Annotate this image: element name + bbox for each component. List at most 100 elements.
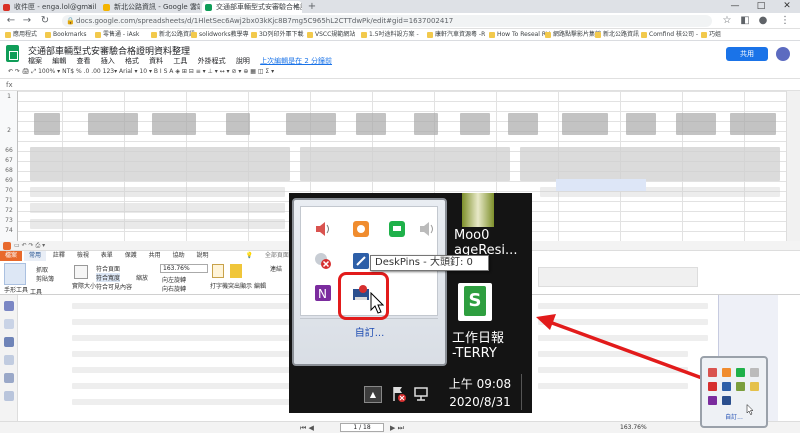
row-label[interactable]: 68 — [0, 167, 18, 174]
bookmark-item[interactable]: Bookmarks — [44, 29, 87, 41]
quick-access-icons[interactable]: ▭ ↶ ↷ ⎙ ▾ — [14, 242, 45, 250]
sheets-logo-icon[interactable] — [6, 45, 19, 62]
profile-icon[interactable]: ● — [756, 14, 770, 28]
bookmark-item[interactable]: 零售通 - iAsk — [94, 29, 139, 41]
selected-cell-range[interactable] — [556, 179, 646, 191]
comments-panel-icon[interactable] — [4, 355, 14, 365]
volume-icon[interactable] — [313, 219, 333, 239]
bookmark-item[interactable]: Comfind 核公司 - — [640, 29, 698, 41]
close-icon[interactable]: ✕ — [87, 1, 93, 13]
mini-line-icon[interactable] — [736, 368, 745, 377]
network-error-icon[interactable] — [313, 251, 333, 271]
close-icon[interactable]: ✕ — [191, 1, 197, 13]
tab-sheets[interactable]: 交通部車輛型式安審驗合格證明資料 ✕ — [202, 1, 302, 13]
tab-gmail[interactable]: 收件匣 - enga.lol@gmail.com - ✕ — [0, 1, 96, 13]
page-nav-icons[interactable]: ⏮ ◀ — [300, 422, 314, 433]
pdf-tab-assist[interactable]: 協助 — [168, 251, 190, 261]
extension-icon[interactable]: ◧ — [738, 14, 752, 28]
grab-tool[interactable]: 抓取 — [36, 265, 48, 274]
close-icon[interactable]: ✕ — [293, 1, 299, 13]
rotate-right-button[interactable]: 向右旋轉 — [162, 284, 186, 293]
attachments-panel-icon[interactable] — [4, 373, 14, 383]
bookmark-panel-icon[interactable] — [4, 301, 14, 311]
tool-app-icon[interactable] — [351, 251, 371, 271]
bookmark-item[interactable]: 1.5吋途料設方案 - — [360, 29, 419, 41]
bookmark-item[interactable]: 新北公路資訊 — [594, 29, 639, 41]
back-icon[interactable]: ← — [4, 14, 18, 28]
zoom-button[interactable]: 縮放 — [136, 273, 148, 282]
menu-view[interactable]: 查看 — [76, 57, 90, 65]
page-nav-icons[interactable]: ▶ ⏭ — [390, 422, 404, 433]
bookmark-item[interactable]: VSCC規範網站 — [306, 29, 355, 41]
bookmark-item[interactable]: 康軒汽車資源粵 -R — [426, 29, 485, 41]
link-button[interactable]: 連結 — [270, 264, 282, 273]
bookmark-item[interactable]: 應用程式 — [4, 29, 37, 41]
pdf-tab-home[interactable]: 常用 — [23, 251, 46, 261]
pdf-tab-protect[interactable]: 保護 — [120, 251, 142, 261]
edit-label[interactable]: 編輯 — [254, 281, 266, 290]
bookmark-item[interactable]: 網路點擊影片集錦 — [544, 29, 601, 41]
row-label[interactable]: 66 — [0, 147, 18, 154]
menu-edit[interactable]: 編輯 — [52, 57, 66, 65]
row-label[interactable]: 72 — [0, 207, 18, 214]
close-window-button[interactable]: ✕ — [774, 0, 800, 13]
bookmark-item[interactable]: 巧姐 — [700, 29, 721, 41]
signature-panel-icon[interactable] — [4, 391, 14, 401]
row-label[interactable]: 69 — [0, 177, 18, 184]
menu-data[interactable]: 資料 — [149, 57, 163, 65]
thumbnail-panel-icon[interactable] — [4, 319, 14, 329]
pdf-tab-form[interactable]: 表單 — [96, 251, 118, 261]
row-label[interactable]: 73 — [0, 217, 18, 224]
mini-app-icon[interactable] — [750, 382, 759, 391]
maximize-button[interactable]: □ — [748, 0, 774, 13]
row-label[interactable]: 67 — [0, 157, 18, 164]
pdf-tab-comment[interactable]: 註釋 — [48, 251, 70, 261]
sheets-toolbar[interactable]: ↶ ↷ 🖨 ⤢ 100% ▾ NT$ % .0 .00 123▾ Arial ▾… — [0, 65, 800, 79]
status-zoom[interactable]: 163.76% — [620, 422, 647, 433]
highlight-icon[interactable] — [230, 264, 242, 278]
pdf-tab-file[interactable]: 檔案 — [0, 251, 23, 261]
pdf-tab-view[interactable]: 檢視 — [72, 251, 94, 261]
row-label[interactable]: 70 — [0, 187, 18, 194]
reload-icon[interactable]: ↻ — [38, 14, 52, 28]
mini-app-icon[interactable] — [736, 382, 745, 391]
row-label[interactable]: 2 — [0, 127, 18, 134]
pdf-tab-share[interactable]: 共用 — [144, 251, 166, 261]
mini-tool-icon[interactable] — [722, 382, 731, 391]
menu-icon[interactable]: ⋮ — [778, 14, 792, 28]
zoom-select[interactable]: 163.76% — [160, 264, 208, 273]
bookmark-item[interactable]: solidworks教學專 — [190, 29, 249, 41]
row-label[interactable]: 71 — [0, 197, 18, 204]
clipboard-tool[interactable]: 剪貼簿 — [36, 274, 54, 283]
typewriter-icon[interactable] — [212, 264, 224, 278]
actual-size-icon[interactable] — [74, 265, 88, 279]
line-app-icon[interactable] — [387, 219, 407, 239]
forward-icon[interactable]: → — [20, 14, 34, 28]
layers-panel-icon[interactable] — [4, 337, 14, 347]
rotate-left-button[interactable]: 向左旋轉 — [162, 275, 186, 284]
speaker-icon[interactable] — [417, 219, 437, 239]
menu-tools[interactable]: 工具 — [173, 57, 187, 65]
menu-help[interactable]: 說明 — [236, 57, 250, 65]
share-button[interactable]: 共用 — [726, 47, 768, 61]
mini-deskpins-icon[interactable] — [722, 396, 731, 405]
page-number-input[interactable]: 1 / 18 — [340, 423, 384, 432]
last-edit-link[interactable]: 上次編輯是在 2 分鐘前 — [260, 57, 332, 65]
network-icon[interactable] — [412, 385, 430, 403]
mini-speaker-icon[interactable] — [750, 368, 759, 377]
bookmark-item[interactable]: How To Reseal RV — [488, 29, 550, 41]
mini-update-icon[interactable] — [722, 368, 731, 377]
customize-link[interactable]: 自訂... — [294, 324, 445, 339]
mini-onenote-icon[interactable] — [708, 396, 717, 405]
fit-page-button[interactable]: 符合頁面 — [96, 264, 120, 273]
bookmark-item[interactable]: 3D列印外軍下載 — [250, 29, 303, 41]
onenote-icon[interactable]: N — [313, 283, 333, 303]
url-bar[interactable]: 🔒 docs.google.com/spreadsheets/d/1HletSe… — [62, 15, 712, 27]
show-hidden-icons-button[interactable]: ▲ — [364, 386, 382, 403]
mini-volume-icon[interactable] — [708, 368, 717, 377]
taskbar-clock[interactable]: 上午 09:08 2020/8/31 — [440, 375, 520, 411]
menu-insert[interactable]: 插入 — [101, 57, 115, 65]
pdf-tab-help[interactable]: 說明 — [192, 251, 214, 261]
update-icon[interactable] — [351, 219, 371, 239]
mini-customize-link[interactable]: 自訂... — [702, 412, 766, 421]
